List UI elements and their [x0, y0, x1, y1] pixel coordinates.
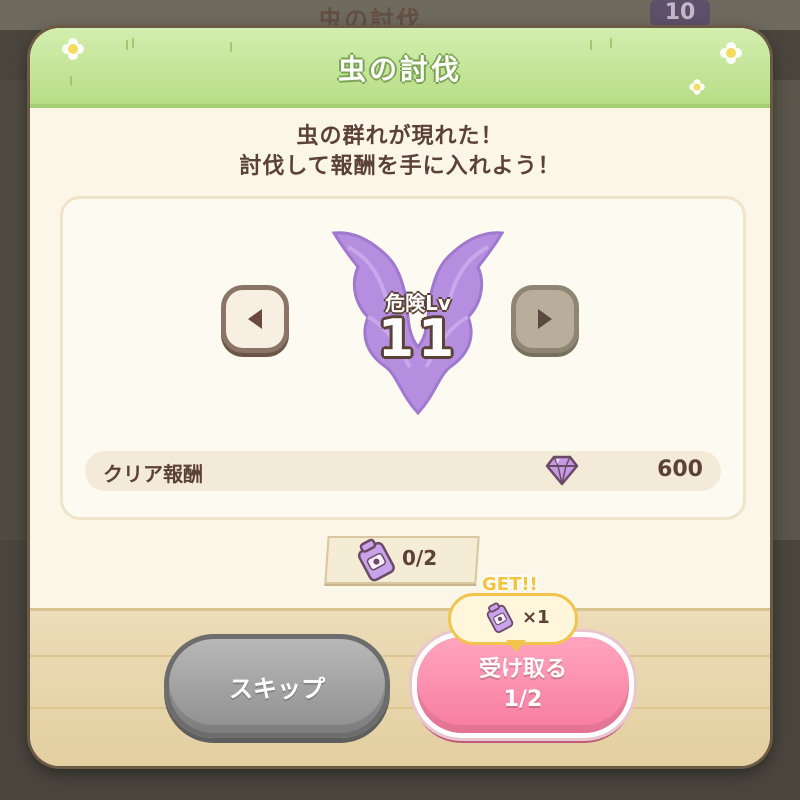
skip-button[interactable]: スキップ	[164, 634, 390, 738]
dialog-message: 虫の群れが現れた！ 討伐して報酬を手に入れよう！	[30, 122, 770, 182]
grass-decoration	[132, 38, 134, 48]
get-reward-bubble-tail	[506, 640, 526, 652]
ticket-icon	[486, 602, 514, 633]
background-count-badge: 10	[650, 0, 710, 26]
message-line-1: 虫の群れが現れた！	[296, 124, 504, 149]
message-line-2: 討伐して報酬を手に入れよう！	[239, 154, 561, 179]
background-left-area	[0, 80, 30, 540]
previous-level-button[interactable]	[221, 285, 289, 353]
grass-decoration	[610, 38, 612, 48]
arrow-right-icon	[538, 309, 552, 329]
skip-button-label: スキップ	[229, 674, 325, 703]
get-label: GET!!	[482, 574, 538, 595]
next-level-button[interactable]	[511, 285, 579, 353]
bug-hunt-dialog: 虫の討伐 虫の群れが現れた！ 討伐して報酬を手に入れよう！ 危険Lv 11 クリ…	[30, 28, 770, 766]
dialog-header: 虫の討伐	[30, 28, 770, 108]
ticket-icon	[357, 538, 395, 582]
danger-level-value: 11	[377, 309, 459, 369]
get-reward-quantity: ×1	[522, 607, 550, 628]
receive-button-count: 1/2	[503, 687, 543, 712]
clear-reward-label: クリア報酬	[103, 462, 203, 486]
dialog-footer	[30, 608, 770, 766]
receive-button-label: 受け取る	[478, 657, 567, 682]
clear-reward-value: 600	[657, 457, 703, 482]
arrow-left-icon	[248, 309, 262, 329]
wood-plank-line	[30, 655, 770, 657]
wood-plank-line	[30, 707, 770, 709]
clear-reward-row: クリア報酬 600	[85, 451, 721, 491]
ticket-count: 0/2	[402, 546, 438, 570]
gem-icon	[545, 455, 579, 486]
dialog-title: 虫の討伐	[337, 53, 462, 86]
danger-level-panel: 危険Lv 11 クリア報酬 600	[60, 196, 746, 520]
